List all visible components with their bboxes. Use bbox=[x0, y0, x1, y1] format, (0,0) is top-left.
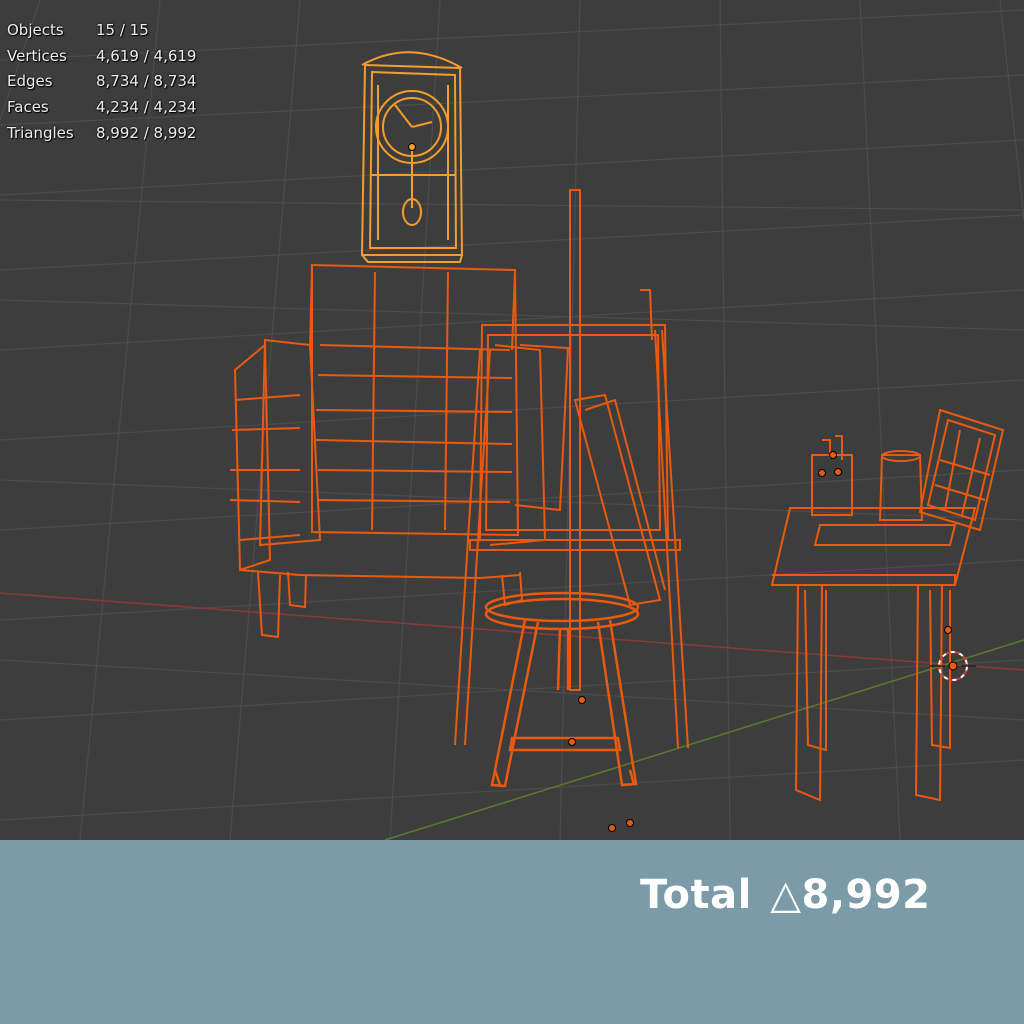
stat-label: Objects bbox=[7, 21, 64, 39]
stat-label: Triangles bbox=[7, 123, 74, 142]
stat-row-faces: Faces 4,234 / 4,234 bbox=[7, 95, 196, 121]
triangle-icon: △ bbox=[770, 872, 802, 918]
stat-row-objects: Objects 15 / 15 bbox=[7, 18, 196, 44]
stat-row-vertices: Vertices 4,619 / 4,619 bbox=[7, 44, 196, 70]
stat-label: Vertices bbox=[7, 46, 67, 65]
object-origins bbox=[408, 143, 952, 832]
stat-value: 15 / 15 bbox=[96, 21, 149, 39]
stat-label: Faces bbox=[7, 98, 49, 117]
total-value: 8,992 bbox=[801, 872, 931, 918]
stat-value: 4,619 / 4,619 bbox=[96, 46, 197, 65]
footer-banner bbox=[0, 840, 1024, 1024]
scene-statistics-overlay: Objects 15 / 15 Vertices 4,619 / 4,619 E… bbox=[7, 18, 196, 147]
stat-label: Edges bbox=[7, 72, 53, 91]
stat-row-triangles: Triangles 8,992 / 8,992 bbox=[7, 121, 196, 147]
side-table-wireframe[interactable] bbox=[770, 408, 1005, 802]
clock-wireframe[interactable] bbox=[360, 51, 464, 263]
3d-cursor-icon[interactable] bbox=[930, 651, 976, 681]
stat-row-edges: Edges 8,734 / 8,734 bbox=[7, 69, 196, 95]
stat-value: 8,734 / 8,734 bbox=[96, 72, 197, 91]
stat-value: 8,992 / 8,992 bbox=[96, 123, 197, 142]
3d-viewport[interactable]: Objects 15 / 15 Vertices 4,619 / 4,619 E… bbox=[0, 0, 1024, 840]
stat-value: 4,234 / 4,234 bbox=[96, 98, 197, 117]
y-axis-line bbox=[384, 639, 1024, 840]
x-axis-line bbox=[0, 592, 1024, 671]
total-label: Total bbox=[640, 872, 752, 918]
total-triangles-caption: Total △8,992 bbox=[640, 872, 931, 918]
easel-wireframe[interactable] bbox=[454, 189, 689, 749]
